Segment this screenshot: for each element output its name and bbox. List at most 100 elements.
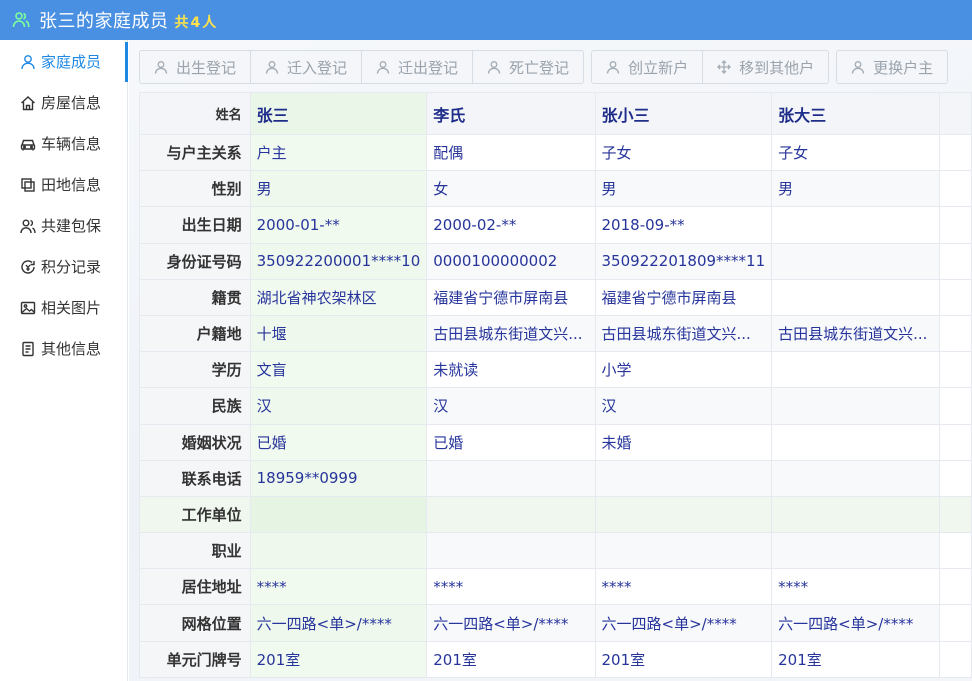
- member-name-cell[interactable]: 张小三: [594, 92, 773, 135]
- table-cell[interactable]: [771, 206, 941, 244]
- table-cell[interactable]: 福建省宁德市屏南县: [426, 278, 596, 316]
- table-cell[interactable]: 201室: [594, 640, 773, 678]
- change-householder-button[interactable]: 更换户主: [837, 51, 947, 83]
- table-row: 身份证号码 350922200001****10 0000100000002 3509…: [139, 242, 972, 280]
- sidebar-item-vehicle-info[interactable]: 车辆信息: [0, 123, 127, 164]
- table-cell[interactable]: 2000-01-**: [249, 206, 428, 244]
- button-label: 死亡登记: [509, 58, 570, 77]
- table-cell[interactable]: ****: [426, 568, 596, 606]
- table-cell[interactable]: ****: [249, 568, 428, 606]
- family-icon: [12, 11, 30, 29]
- table-cell[interactable]: 汉: [426, 387, 596, 425]
- row-label: 性别: [139, 170, 251, 208]
- table-cell[interactable]: [771, 278, 941, 316]
- member-name-cell[interactable]: 李氏: [426, 92, 596, 135]
- row-label: 籍贯: [139, 278, 251, 316]
- table-cell[interactable]: 2000-02-**: [426, 206, 596, 244]
- table-cell[interactable]: 已婚: [249, 423, 428, 461]
- toolbar: 出生登记 迁入登记 迁出登记 死亡登记 创立新户 移到其他户 更换户主: [139, 50, 955, 84]
- table-cell[interactable]: ****: [594, 568, 773, 606]
- sidebar-item-house-info[interactable]: 房屋信息: [0, 82, 127, 123]
- table-cell[interactable]: 2018-09-**: [594, 206, 773, 244]
- table-cell[interactable]: [771, 242, 941, 280]
- table-cell[interactable]: 未就读: [426, 351, 596, 389]
- table-cell[interactable]: 六一四路<单>/****: [771, 604, 941, 642]
- table-cell[interactable]: 350922201809****11: [594, 242, 773, 280]
- table-row: 工作单位: [139, 495, 972, 534]
- move-in-registration-button[interactable]: 迁入登记: [251, 51, 363, 83]
- table-cell[interactable]: 201室: [426, 640, 596, 678]
- table-cell[interactable]: [594, 532, 773, 570]
- table-cell[interactable]: [249, 532, 428, 570]
- table-cell[interactable]: 配偶: [426, 133, 596, 172]
- move-to-other-household-button[interactable]: 移到其他户: [703, 51, 828, 83]
- image-icon: [20, 300, 36, 316]
- table-cell[interactable]: 子女: [594, 133, 773, 172]
- empty-cell: [939, 206, 972, 244]
- sidebar-item-joint-guarantee[interactable]: 共建包保: [0, 205, 127, 246]
- table-cell[interactable]: 福建省宁德市屏南县: [594, 278, 773, 316]
- table-cell[interactable]: 201室: [771, 640, 941, 678]
- table-cell[interactable]: 男: [594, 170, 773, 208]
- row-label: 网格位置: [139, 604, 251, 642]
- sidebar-item-other-info[interactable]: 其他信息: [0, 328, 127, 369]
- table-cell[interactable]: [771, 387, 941, 425]
- table-row: 学历 文盲 未就读 小学: [139, 351, 972, 389]
- person-icon: [487, 60, 501, 74]
- table-cell[interactable]: [594, 459, 773, 497]
- table-cell[interactable]: 古田县城东街道文兴...: [426, 314, 596, 353]
- sidebar-item-label: 田地信息: [41, 176, 102, 194]
- table-cell[interactable]: ****: [771, 568, 941, 606]
- table-cell[interactable]: 0000100000002: [426, 242, 596, 280]
- table-cell[interactable]: 户主: [249, 133, 428, 172]
- table-cell[interactable]: [771, 351, 941, 389]
- table-cell[interactable]: 湖北省神农架林区: [249, 278, 428, 316]
- table-cell[interactable]: 18959**0999: [249, 459, 428, 497]
- table-cell[interactable]: [426, 459, 596, 497]
- move-out-registration-button[interactable]: 迁出登记: [362, 51, 474, 83]
- table-cell[interactable]: 文盲: [249, 351, 428, 389]
- table-cell[interactable]: [249, 495, 428, 534]
- table-cell[interactable]: 女: [426, 170, 596, 208]
- death-registration-button[interactable]: 死亡登记: [473, 51, 583, 83]
- button-label: 出生登记: [176, 58, 237, 77]
- person-icon: [606, 60, 620, 74]
- table-cell[interactable]: 六一四路<单>/****: [594, 604, 773, 642]
- table-cell[interactable]: 古田县城东街道文兴...: [594, 314, 773, 353]
- sidebar-item-label: 家庭成员: [41, 53, 102, 71]
- table-cell[interactable]: [594, 495, 773, 534]
- table-cell[interactable]: [426, 532, 596, 570]
- sidebar-item-family-members[interactable]: 家庭成员: [0, 41, 128, 82]
- table-cell[interactable]: 汉: [249, 387, 428, 425]
- table-cell[interactable]: [426, 495, 596, 534]
- table-cell[interactable]: 古田县城东街道文兴...: [771, 314, 941, 353]
- table-cell[interactable]: [771, 459, 941, 497]
- table-cell[interactable]: 六一四路<单>/****: [426, 604, 596, 642]
- sidebar-item-related-images[interactable]: 相关图片: [0, 287, 127, 328]
- table-cell[interactable]: 十堰: [249, 314, 428, 353]
- table-cell[interactable]: [771, 495, 941, 534]
- create-household-button[interactable]: 创立新户: [592, 51, 704, 83]
- table-cell[interactable]: 未婚: [594, 423, 773, 461]
- birth-registration-button[interactable]: 出生登记: [140, 51, 252, 83]
- table-cell[interactable]: [771, 532, 941, 570]
- table-cell[interactable]: 201室: [249, 640, 428, 678]
- sidebar-item-field-info[interactable]: 田地信息: [0, 164, 127, 205]
- table-cell[interactable]: 350922200001****10: [249, 242, 428, 280]
- table-cell[interactable]: 男: [249, 170, 428, 208]
- member-count: 共4人: [174, 14, 217, 31]
- points-icon: [20, 259, 36, 275]
- table-cell[interactable]: [771, 423, 941, 461]
- table-cell[interactable]: 子女: [771, 133, 941, 172]
- table-cell[interactable]: 已婚: [426, 423, 596, 461]
- table-cell[interactable]: 小学: [594, 351, 773, 389]
- sidebar-item-label: 相关图片: [41, 299, 102, 317]
- member-name-cell[interactable]: 张大三: [771, 92, 941, 135]
- sidebar-item-points-record[interactable]: 积分记录: [0, 246, 127, 287]
- table-cell[interactable]: 男: [771, 170, 941, 208]
- member-name-cell[interactable]: 张三: [249, 92, 428, 135]
- row-label: 民族: [139, 387, 251, 425]
- table-cell[interactable]: 六一四路<单>/****: [249, 604, 428, 642]
- row-label: 户籍地: [139, 314, 251, 353]
- table-cell[interactable]: 汉: [594, 387, 773, 425]
